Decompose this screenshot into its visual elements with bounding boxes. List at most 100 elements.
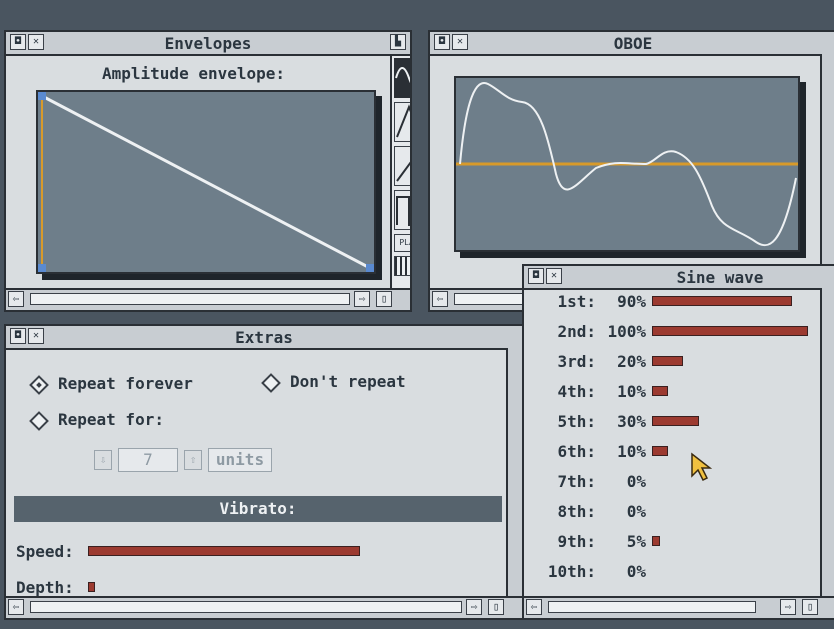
back-icon[interactable]: ◘ [10, 328, 26, 344]
harmonic-row[interactable]: 8th: 0% [524, 502, 820, 532]
toggle-size-icon[interactable]: ▙ [390, 34, 406, 50]
harmonic-row[interactable]: 10th: 0% [524, 562, 820, 592]
back-icon[interactable]: ◘ [528, 268, 544, 284]
close-icon[interactable]: ✕ [28, 328, 44, 344]
units-label: units [215, 450, 265, 469]
scroll-track[interactable] [548, 601, 756, 613]
harmonic-percent: 20% [617, 352, 646, 371]
harmonic-percent: 5% [626, 532, 646, 551]
scroll-left-icon[interactable]: ⇦ [526, 599, 542, 615]
harmonic-name: 10th: [547, 562, 596, 581]
vibrato-title: Vibrato: [219, 499, 297, 518]
depth-label: Depth: [16, 578, 74, 597]
sine-hscroll[interactable]: ⇦ ⇨ ▯ [524, 596, 834, 618]
close-icon[interactable]: ✕ [546, 268, 562, 284]
harmonic-level-bar[interactable] [652, 386, 668, 396]
oboe-title: OBOE [613, 33, 653, 53]
harmonic-row[interactable]: 3rd: 20% [524, 352, 820, 382]
speed-label: Speed: [16, 542, 74, 561]
harmonic-row[interactable]: 2nd: 100% [524, 322, 820, 352]
envelope-line [38, 92, 374, 272]
oboe-waveform-plot [454, 76, 800, 252]
harmonic-level-bar[interactable] [652, 326, 808, 336]
harmonic-name: 2nd: [557, 322, 596, 341]
harmonic-percent: 10% [617, 442, 646, 461]
harmonic-name: 9th: [557, 532, 596, 551]
scroll-track[interactable] [30, 293, 350, 305]
depth-slider[interactable] [88, 582, 95, 592]
triangle-wave-icon[interactable] [394, 102, 410, 142]
envelope-subtitle: Amplitude envelope: [102, 64, 286, 83]
vibrato-header: Vibrato: [14, 496, 502, 522]
repeat-forever-label[interactable]: Repeat forever [58, 374, 193, 393]
harmonic-percent: 30% [617, 412, 646, 431]
scroll-left-icon[interactable]: ⇦ [8, 599, 24, 615]
dont-repeat-label[interactable]: Don't repeat [290, 372, 406, 391]
resize-icon[interactable]: ▯ [488, 599, 504, 615]
scroll-left-icon[interactable]: ⇦ [432, 291, 448, 307]
repeat-for-radio[interactable] [29, 411, 49, 431]
waveform-selector: PLAY [390, 56, 410, 294]
close-icon[interactable]: ✕ [28, 34, 44, 50]
speed-slider[interactable] [88, 546, 360, 556]
harmonic-row[interactable]: 5th: 30% [524, 412, 820, 442]
repeat-for-label[interactable]: Repeat for: [58, 410, 164, 429]
keyboard-icon[interactable] [394, 256, 410, 276]
extras-title: Extras [235, 327, 293, 347]
harmonic-list: 1st: 90% 2nd: 100% 3rd: 20% 4th: 10% 5th: 30% 6th:… [524, 292, 820, 592]
scroll-right-icon[interactable]: ⇨ [466, 599, 482, 615]
scroll-left-icon[interactable]: ⇦ [8, 291, 24, 307]
scroll-track[interactable] [30, 601, 462, 613]
sine-titlebar[interactable]: Sine wave [524, 266, 834, 290]
envelopes-title: Envelopes [164, 33, 252, 53]
repeat-count-field[interactable]: 7 [118, 448, 178, 472]
harmonic-percent: 100% [607, 322, 646, 341]
resize-icon[interactable]: ▯ [376, 291, 392, 307]
square-wave-icon[interactable] [394, 190, 410, 230]
sine-vscroll[interactable] [820, 288, 834, 618]
extras-hscroll[interactable]: ⇦ ⇨ ▯ [6, 596, 522, 618]
harmonic-percent: 0% [626, 472, 646, 491]
harmonic-level-bar[interactable] [652, 356, 683, 366]
envelope-graph[interactable] [36, 90, 376, 274]
harmonic-name: 3rd: [557, 352, 596, 371]
harmonic-row[interactable]: 1st: 90% [524, 292, 820, 322]
harmonic-level-bar[interactable] [652, 296, 792, 306]
harmonic-name: 6th: [557, 442, 596, 461]
decrement-icon[interactable]: ⇩ [94, 450, 112, 470]
extras-titlebar[interactable]: Extras [6, 326, 522, 350]
harmonic-row[interactable]: 9th: 5% [524, 532, 820, 562]
harmonic-level-bar[interactable] [652, 446, 668, 456]
waveform-trace [456, 82, 798, 247]
envelopes-hscroll[interactable]: ⇦ ⇨ ▯ [6, 288, 410, 310]
oboe-titlebar[interactable]: OBOE [430, 32, 834, 56]
sine-wave-window: Sine wave ◘ ✕ 1st: 90% 2nd: 100% 3rd: 20% 4th:… [522, 264, 834, 620]
sine-wave-icon[interactable] [394, 58, 410, 98]
repeat-forever-radio[interactable] [29, 375, 49, 395]
sawtooth-wave-icon[interactable] [394, 146, 410, 186]
envelopes-titlebar[interactable]: Envelopes [6, 32, 410, 56]
harmonic-row[interactable]: 4th: 10% [524, 382, 820, 412]
close-icon[interactable]: ✕ [452, 34, 468, 50]
harmonic-row[interactable]: 6th: 10% [524, 442, 820, 472]
back-icon[interactable]: ◘ [434, 34, 450, 50]
harmonic-name: 4th: [557, 382, 596, 401]
pointer-icon [691, 452, 712, 482]
harmonic-percent: 0% [626, 562, 646, 581]
harmonic-level-bar[interactable] [652, 416, 699, 426]
harmonic-level-bar[interactable] [652, 536, 660, 546]
increment-icon[interactable]: ⇧ [184, 450, 202, 470]
dont-repeat-radio[interactable] [261, 373, 281, 393]
back-icon[interactable]: ◘ [10, 34, 26, 50]
harmonic-percent: 0% [626, 502, 646, 521]
sine-title: Sine wave [676, 267, 764, 287]
harmonic-name: 8th: [557, 502, 596, 521]
resize-icon[interactable]: ▯ [802, 599, 818, 615]
harmonic-name: 1st: [557, 292, 596, 311]
harmonic-percent: 10% [617, 382, 646, 401]
scroll-right-icon[interactable]: ⇨ [780, 599, 796, 615]
play-button[interactable]: PLAY [394, 234, 410, 252]
scroll-right-icon[interactable]: ⇨ [354, 291, 370, 307]
harmonic-row[interactable]: 7th: 0% [524, 472, 820, 502]
extras-vscroll[interactable] [506, 348, 522, 618]
